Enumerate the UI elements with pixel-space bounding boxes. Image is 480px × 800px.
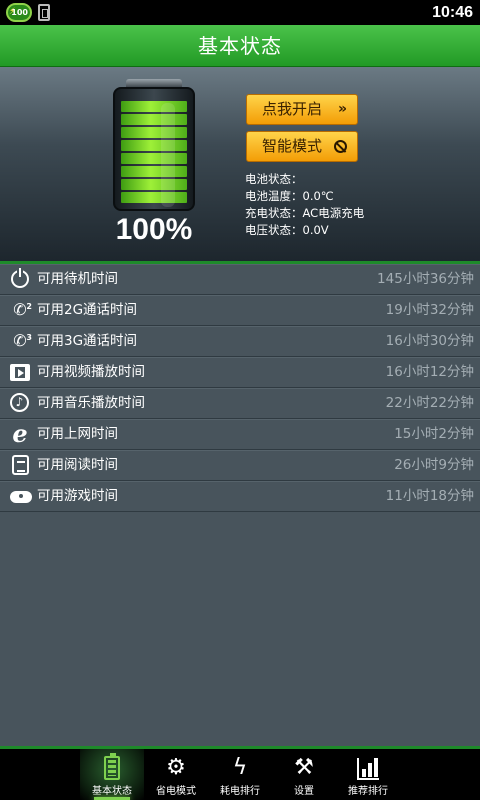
list-item-reading[interactable]: 可用阅读时间 26小时9分钟 xyxy=(0,450,480,481)
battery-panel: 100% 点我开启 » 智能模式 电池状态： 电池温度：0.0℃ 充电状态：AC… xyxy=(0,67,480,264)
battery-gloss xyxy=(161,103,175,207)
clock: 10:46 xyxy=(432,4,473,21)
list-item-2g-call[interactable]: ✆ 2 可用2G通话时间 19小时32分钟 xyxy=(0,295,480,326)
list-item-value: 15小时2分钟 xyxy=(394,426,474,442)
battery-body xyxy=(113,87,195,211)
smart-mode-button[interactable]: 智能模式 xyxy=(246,131,358,162)
battery-cell xyxy=(121,127,187,138)
title-bar: 基本状态 xyxy=(0,25,480,67)
bar-chart-icon xyxy=(336,754,400,782)
music-icon: ♪ xyxy=(10,393,29,412)
tab-recommend-ranking[interactable]: 推荐排行 xyxy=(336,749,400,800)
tab-power-ranking[interactable]: ϟ 耗电排行 xyxy=(208,749,272,800)
status-bar: 100 10:46 xyxy=(0,0,480,25)
charging-status-text: 充电状态：AC电源充电 xyxy=(245,206,365,220)
list-item-web[interactable]: e 可用上网时间 15小时2分钟 xyxy=(0,419,480,450)
battery-icon xyxy=(80,753,144,782)
list-item-value: 22小时22分钟 xyxy=(385,395,474,411)
start-button[interactable]: 点我开启 » xyxy=(246,94,358,125)
list-item-label: 可用阅读时间 xyxy=(37,457,118,473)
battery-cells xyxy=(121,101,187,205)
tools-icon: ⚒ xyxy=(294,755,314,780)
voltage-status-text: 电压状态：0.0V xyxy=(245,223,329,237)
battery-cell xyxy=(121,101,187,112)
page-title: 基本状态 xyxy=(198,34,282,58)
list-item-value: 16小时12分钟 xyxy=(385,364,474,380)
battery-cell xyxy=(121,140,187,151)
power-icon xyxy=(11,268,29,288)
usage-time-list: 可用待机时间 145小时36分钟 ✆ 2 可用2G通话时间 19小时32分钟 ✆ 3… xyxy=(0,264,480,746)
list-item-label: 可用3G通话时间 xyxy=(37,333,138,349)
battery-temperature-text: 电池温度：0.0℃ xyxy=(245,189,334,203)
battery-cell xyxy=(121,153,187,164)
list-item-label: 可用待机时间 xyxy=(37,271,118,287)
list-item-label: 可用游戏时间 xyxy=(37,488,118,504)
list-item-gaming[interactable]: 可用游戏时间 11小时18分钟 xyxy=(0,481,480,512)
list-item-value: 19小时32分钟 xyxy=(385,302,474,318)
battery-cell xyxy=(121,179,187,190)
battery-status-text: 电池状态： xyxy=(245,172,303,186)
tab-basic-status[interactable]: 基本状态 xyxy=(80,749,144,800)
start-button-label: 点我开启 xyxy=(261,100,322,118)
list-item-value: 16小时30分钟 xyxy=(385,333,474,349)
gamepad-icon xyxy=(10,491,32,503)
list-item-3g-call[interactable]: ✆ 3 可用3G通话时间 16小时30分钟 xyxy=(0,326,480,357)
sd-card-icon xyxy=(38,4,50,21)
bottom-nav: 基本状态 ⚙ 省电模式 ϟ 耗电排行 ⚒ 设置 推荐排行 xyxy=(80,749,400,800)
tab-settings[interactable]: ⚒ 设置 xyxy=(272,749,336,800)
list-item-music[interactable]: ♪ 可用音乐播放时间 22小时22分钟 xyxy=(0,388,480,419)
book-icon xyxy=(12,455,29,475)
smart-mode-label: 智能模式 xyxy=(261,137,322,155)
battery-info: 电池状态： 电池温度：0.0℃ 充电状态：AC电源充电 电压状态：0.0V xyxy=(245,171,364,239)
phone-2g-icon: ✆ 2 xyxy=(13,300,32,319)
battery-graphic xyxy=(113,79,195,211)
list-item-value: 26小时9分钟 xyxy=(394,457,474,473)
list-item-label: 可用2G通话时间 xyxy=(37,302,138,318)
tab-label: 耗电排行 xyxy=(220,786,260,797)
list-item-value: 145小时36分钟 xyxy=(377,271,474,287)
phone-3g-icon: ✆ 3 xyxy=(13,331,32,350)
list-item-video[interactable]: 可用视频播放时间 16小时12分钟 xyxy=(0,357,480,388)
ban-icon xyxy=(334,140,347,153)
double-chevron-right-icon: » xyxy=(337,101,347,117)
tab-power-saving[interactable]: ⚙ 省电模式 xyxy=(144,749,208,800)
battery-cell xyxy=(121,192,187,203)
list-item-value: 11小时18分钟 xyxy=(385,488,474,504)
list-item-label: 可用音乐播放时间 xyxy=(37,395,145,411)
battery-cell xyxy=(121,114,187,125)
tab-label: 基本状态 xyxy=(92,786,132,797)
browser-icon: e xyxy=(12,419,28,448)
lightning-icon: ϟ xyxy=(232,755,248,780)
battery-status-icon: 100 xyxy=(6,3,32,22)
list-item-label: 可用视频播放时间 xyxy=(37,364,145,380)
list-item-standby[interactable]: 可用待机时间 145小时36分钟 xyxy=(0,264,480,295)
tab-label: 省电模式 xyxy=(156,786,196,797)
tab-label: 推荐排行 xyxy=(348,786,388,797)
battery-percent: 100% xyxy=(115,213,193,246)
list-item-label: 可用上网时间 xyxy=(37,426,118,442)
battery-badge-text: 100 xyxy=(11,8,28,17)
battery-cell xyxy=(121,166,187,177)
video-icon xyxy=(10,364,30,381)
tab-label: 设置 xyxy=(294,786,314,797)
gear-bolt-icon: ⚙ xyxy=(166,755,186,780)
